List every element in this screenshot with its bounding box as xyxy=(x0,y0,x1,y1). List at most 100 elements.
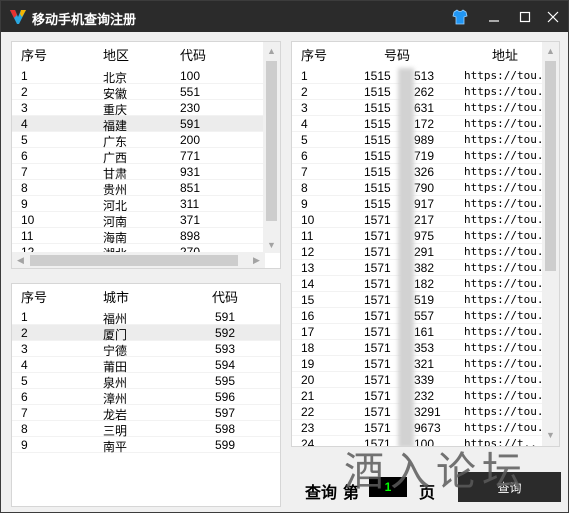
table-row[interactable]: 9 1515 917 https://tou.. xyxy=(292,196,550,212)
table-row[interactable]: 13 1571 382 https://tou.. xyxy=(292,260,550,276)
scroll-thumb[interactable] xyxy=(545,61,556,271)
col-header-region[interactable]: 地区 xyxy=(103,45,129,64)
title-bar[interactable]: 移动手机查询注册 xyxy=(1,1,568,32)
cell-index: 1 xyxy=(21,310,28,324)
col-header-code[interactable]: 代码 xyxy=(212,287,238,306)
province-table[interactable]: 序号 地区 代码 1 北京 100 2 安徽 551 3 重庆 230 4 福建 591 5 广东 200 6… xyxy=(11,41,281,269)
col-header-index[interactable]: 序号 xyxy=(21,287,47,306)
scroll-down-icon[interactable]: ▼ xyxy=(542,426,559,443)
table-row[interactable]: 21 1571 232 https://tou.. xyxy=(292,388,550,404)
table-row[interactable]: 16 1571 557 https://tou.. xyxy=(292,308,550,324)
table-row[interactable]: 3 宁德 593 xyxy=(12,341,280,358)
scroll-right-icon[interactable]: ▶ xyxy=(248,252,265,268)
province-vscrollbar[interactable]: ▲ ▼ xyxy=(263,42,280,253)
cell-index: 1 xyxy=(301,69,308,83)
cell-index: 11 xyxy=(21,229,34,243)
table-row[interactable]: 7 甘肃 931 xyxy=(12,164,265,181)
watermark-text: 酒入论坛 xyxy=(344,449,528,495)
table-row[interactable]: 8 1515 790 https://tou.. xyxy=(292,180,550,196)
table-row[interactable]: 12 1571 291 https://tou.. xyxy=(292,244,550,260)
cell-index: 20 xyxy=(301,373,315,387)
col-header-address[interactable]: 地址 xyxy=(492,45,518,64)
table-row[interactable]: 2 1515 262 https://tou.. xyxy=(292,84,550,100)
table-row[interactable]: 8 贵州 851 xyxy=(12,180,265,197)
table-row[interactable]: 11 海南 898 xyxy=(12,228,265,245)
table-row[interactable]: 23 1571 9673 https://tou.. xyxy=(292,420,550,436)
table-row[interactable]: 2 安徽 551 xyxy=(12,84,265,101)
col-header-index[interactable]: 序号 xyxy=(21,45,47,64)
table-row[interactable]: 19 1571 321 https://tou.. xyxy=(292,356,550,372)
table-row[interactable]: 5 广东 200 xyxy=(12,132,265,149)
table-row[interactable]: 18 1571 353 https://tou.. xyxy=(292,340,550,356)
cell-number-suffix: 989 xyxy=(414,133,435,147)
table-row[interactable]: 7 1515 326 https://tou.. xyxy=(292,164,550,180)
table-row[interactable]: 3 重庆 230 xyxy=(12,100,265,117)
city-table-header: 序号 城市 代码 xyxy=(12,284,280,306)
cell-number-prefix: 1515 xyxy=(364,69,391,83)
cell-address: https://tou.. xyxy=(464,357,551,370)
table-row[interactable]: 1 福州 591 xyxy=(12,309,280,326)
table-row[interactable]: 2 厦门 592 xyxy=(12,325,280,342)
table-row[interactable]: 4 1515 172 https://tou.. xyxy=(292,116,550,132)
cell-index: 12 xyxy=(301,245,315,259)
scroll-up-icon[interactable]: ▲ xyxy=(263,42,280,59)
cell-number-suffix: 161 xyxy=(414,325,435,339)
cell-address: https://tou.. xyxy=(464,405,551,418)
cell-index: 6 xyxy=(21,390,28,404)
table-row[interactable]: 14 1571 182 https://tou.. xyxy=(292,276,550,292)
table-row[interactable]: 10 1571 217 https://tou.. xyxy=(292,212,550,228)
cell-address: https://tou.. xyxy=(464,85,551,98)
table-row[interactable]: 10 河南 371 xyxy=(12,212,265,229)
table-row[interactable]: 17 1571 161 https://tou.. xyxy=(292,324,550,340)
table-row[interactable]: 22 1571 3291 https://tou.. xyxy=(292,404,550,420)
number-table[interactable]: 序号 号码 地址 1 1515 513 https://tou.. 2 1515 262 ht… xyxy=(291,41,560,447)
city-table[interactable]: 序号 城市 代码 1 福州 591 2 厦门 592 3 宁德 593 4 莆田 594 5 泉州 595 6… xyxy=(11,283,281,507)
table-row[interactable]: 5 泉州 595 xyxy=(12,373,280,390)
cell-index: 2 xyxy=(301,85,308,99)
minimize-button[interactable] xyxy=(478,1,510,32)
cell-number-suffix: 217 xyxy=(414,213,435,227)
table-row[interactable]: 20 1571 339 https://tou.. xyxy=(292,372,550,388)
table-row[interactable]: 8 三明 598 xyxy=(12,421,280,438)
cell-code: 591 xyxy=(215,310,236,324)
cell-number-prefix: 1571 xyxy=(364,389,391,403)
table-row[interactable]: 4 福建 591 xyxy=(12,116,265,133)
table-row[interactable]: 6 1515 719 https://tou.. xyxy=(292,148,550,164)
col-header-index[interactable]: 序号 xyxy=(301,45,327,64)
cell-number-suffix: 232 xyxy=(414,389,435,403)
cell-index: 8 xyxy=(301,181,308,195)
col-header-city[interactable]: 城市 xyxy=(103,287,129,306)
table-row[interactable]: 9 河北 311 xyxy=(12,196,265,213)
table-row[interactable]: 9 南平 599 xyxy=(12,437,280,454)
number-vscrollbar[interactable]: ▲ ▼ xyxy=(542,42,559,446)
scroll-thumb[interactable] xyxy=(30,255,238,266)
cell-number-suffix: 519 xyxy=(414,293,435,307)
province-hscrollbar[interactable]: ◀ ▶ xyxy=(12,252,265,268)
table-row[interactable]: 1 1515 513 https://tou.. xyxy=(292,68,550,84)
cell-index: 7 xyxy=(301,165,308,179)
scroll-thumb[interactable] xyxy=(266,61,277,221)
cell-index: 18 xyxy=(301,341,315,355)
cell-number-suffix: 719 xyxy=(414,149,435,163)
table-row[interactable]: 7 龙岩 597 xyxy=(12,405,280,422)
table-row[interactable]: 1 北京 100 xyxy=(12,68,265,85)
cell-index: 3 xyxy=(21,342,28,356)
table-row[interactable]: 11 1571 975 https://tou.. xyxy=(292,228,550,244)
close-button[interactable] xyxy=(537,1,569,32)
table-row[interactable]: 6 广西 771 xyxy=(12,148,265,165)
col-header-code[interactable]: 代码 xyxy=(180,45,206,64)
table-row[interactable]: 4 莆田 594 xyxy=(12,357,280,374)
scroll-down-icon[interactable]: ▼ xyxy=(263,236,280,253)
table-row[interactable]: 3 1515 631 https://tou.. xyxy=(292,100,550,116)
scroll-left-icon[interactable]: ◀ xyxy=(12,252,29,268)
table-row[interactable]: 15 1571 519 https://tou.. xyxy=(292,292,550,308)
scroll-up-icon[interactable]: ▲ xyxy=(542,42,559,59)
cell-index: 9 xyxy=(301,197,308,211)
table-row[interactable]: 6 漳州 596 xyxy=(12,389,280,406)
redaction-blur xyxy=(398,68,414,446)
table-row[interactable]: 5 1515 989 https://tou.. xyxy=(292,132,550,148)
cell-address: https://tou.. xyxy=(464,229,551,242)
col-header-number[interactable]: 号码 xyxy=(384,45,410,64)
cell-index: 7 xyxy=(21,406,28,420)
skin-button[interactable] xyxy=(444,1,476,32)
